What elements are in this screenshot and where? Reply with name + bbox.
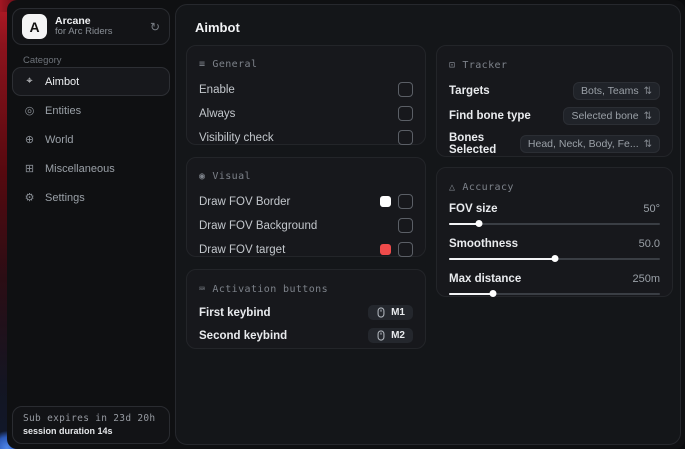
grid-icon: ⊞ <box>23 162 36 175</box>
sidebar-item-label: Settings <box>45 192 85 204</box>
keyboard-icon: ⌨ <box>199 284 205 295</box>
brand-subtitle: for Arc Riders <box>55 27 142 38</box>
gear-icon: ⚙ <box>23 191 36 204</box>
sliders-icon: ≡ <box>199 59 205 70</box>
smoothness-label: Smoothness <box>449 238 518 250</box>
fov-border-color-swatch[interactable] <box>380 196 391 207</box>
sidebar-item-world[interactable]: ⊕ World <box>12 125 170 154</box>
chevrons-up-down-icon: ⇅ <box>644 139 652 150</box>
targets-value: Bots, Teams <box>581 85 639 97</box>
mouse-icon <box>376 307 386 318</box>
slider-fill <box>449 258 555 260</box>
category-label: Category <box>23 55 62 66</box>
sync-icon[interactable]: ↻ <box>150 20 160 34</box>
fov-size-slider[interactable] <box>449 220 660 229</box>
mouse-icon <box>376 330 386 341</box>
activation-card: ⌨ Activation buttons First keybind M1 Se… <box>186 269 426 349</box>
sidebar-item-label: World <box>45 134 74 146</box>
sidebar-item-label: Miscellaneous <box>45 163 115 175</box>
draw-fov-target-label: Draw FOV target <box>199 244 285 256</box>
slider-thumb[interactable] <box>475 220 482 227</box>
sidebar-item-settings[interactable]: ⚙ Settings <box>12 183 170 212</box>
page-title: Aimbot <box>195 20 240 35</box>
draw-fov-background-label: Draw FOV Background <box>199 220 317 232</box>
max-distance-slider[interactable] <box>449 290 660 299</box>
card-title: Tracker <box>462 60 507 71</box>
enable-label: Enable <box>199 84 235 96</box>
sidebar-menu: ⌖ Aimbot ◎ Entities ⊕ World ⊞ Miscellane… <box>12 67 170 212</box>
visibility-check-label: Visibility check <box>199 132 274 144</box>
first-keybind-button[interactable]: M1 <box>368 305 413 320</box>
chevrons-up-down-icon: ⇅ <box>644 86 652 97</box>
subscription-card: Sub expires in 23d 20h session duration … <box>12 406 170 444</box>
app-root: A Arcane for Arc Riders ↻ Category ⌖ Aim… <box>0 0 685 449</box>
main-panel: Aimbot ≡ General Enable Always Visibilit… <box>175 4 681 445</box>
fov-target-color-swatch[interactable] <box>380 244 391 255</box>
sidebar-item-miscellaneous[interactable]: ⊞ Miscellaneous <box>12 154 170 183</box>
globe-icon: ⊕ <box>23 133 36 146</box>
bones-selected-label: Bones Selected <box>449 132 520 156</box>
sidebar-item-label: Aimbot <box>45 76 79 88</box>
sidebar-item-label: Entities <box>45 105 81 117</box>
smoothness-value: 50.0 <box>639 238 660 250</box>
targets-label: Targets <box>449 85 490 97</box>
second-keybind-label: Second keybind <box>199 330 287 342</box>
always-checkbox[interactable] <box>398 106 413 121</box>
target-icon: ⊡ <box>449 60 455 71</box>
second-keybind-value: M2 <box>391 330 405 341</box>
visual-card: ◉ Visual Draw FOV Border Draw FOV Backgr… <box>186 157 426 257</box>
brand-logo: A <box>22 14 47 39</box>
session-duration-text: session duration 14s <box>23 426 159 436</box>
bones-selected-dropdown[interactable]: Head, Neck, Body, Fe... ⇅ <box>520 135 660 153</box>
brand-card: A Arcane for Arc Riders ↻ <box>12 8 170 45</box>
find-bone-type-label: Find bone type <box>449 110 531 122</box>
card-title: General <box>212 59 257 70</box>
max-distance-label: Max distance <box>449 273 521 285</box>
slider-fill <box>449 293 493 295</box>
find-bone-type-value: Selected bone <box>571 110 638 122</box>
chevrons-up-down-icon: ⇅ <box>644 111 652 122</box>
accuracy-card: △ Accuracy FOV size 50° <box>436 167 673 297</box>
entities-icon: ◎ <box>23 104 36 117</box>
sidebar-item-entities[interactable]: ◎ Entities <box>12 96 170 125</box>
max-distance-value: 250m <box>632 273 660 285</box>
smoothness-slider[interactable] <box>449 255 660 264</box>
draw-fov-border-checkbox[interactable] <box>398 194 413 209</box>
crosshair-icon: ⌖ <box>23 75 36 88</box>
fov-size-label: FOV size <box>449 203 498 215</box>
general-card: ≡ General Enable Always Visibility check <box>186 45 426 145</box>
app-window: A Arcane for Arc Riders ↻ Category ⌖ Aim… <box>7 0 685 449</box>
eye-icon: ◉ <box>199 171 205 182</box>
draw-fov-border-label: Draw FOV Border <box>199 196 290 208</box>
card-title: Accuracy <box>462 182 513 193</box>
find-bone-type-dropdown[interactable]: Selected bone ⇅ <box>563 107 660 125</box>
sidebar-item-aimbot[interactable]: ⌖ Aimbot <box>12 67 170 96</box>
first-keybind-label: First keybind <box>199 307 271 319</box>
sidebar: A Arcane for Arc Riders ↻ Category ⌖ Aim… <box>7 0 175 449</box>
slider-thumb[interactable] <box>490 290 497 297</box>
slider-thumb[interactable] <box>551 255 558 262</box>
brand-text: Arcane for Arc Riders <box>55 15 142 38</box>
draw-fov-background-checkbox[interactable] <box>398 218 413 233</box>
first-keybind-value: M1 <box>391 307 405 318</box>
triangle-icon: △ <box>449 182 455 193</box>
enable-checkbox[interactable] <box>398 82 413 97</box>
always-label: Always <box>199 108 235 120</box>
fov-size-value: 50° <box>643 203 660 215</box>
second-keybind-button[interactable]: M2 <box>368 328 413 343</box>
bones-selected-value: Head, Neck, Body, Fe... <box>528 138 639 150</box>
tracker-card: ⊡ Tracker Targets Bots, Teams ⇅ Find bon… <box>436 45 673 157</box>
sub-expiry-text: Sub expires in 23d 20h <box>23 413 159 424</box>
targets-dropdown[interactable]: Bots, Teams ⇅ <box>573 82 660 100</box>
visibility-check-checkbox[interactable] <box>398 130 413 145</box>
draw-fov-target-checkbox[interactable] <box>398 242 413 257</box>
card-title: Visual <box>212 171 251 182</box>
card-title: Activation buttons <box>212 284 328 295</box>
